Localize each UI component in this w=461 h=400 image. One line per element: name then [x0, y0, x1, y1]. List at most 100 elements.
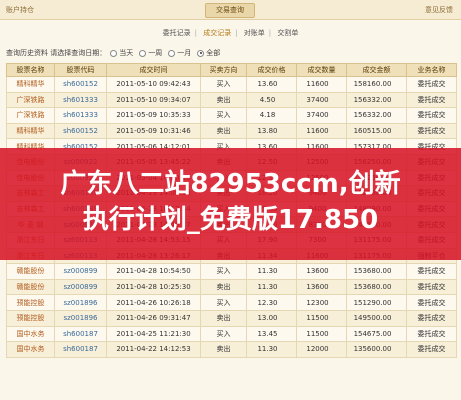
cell-stock-name: 精科精华 [6, 122, 55, 140]
cell-quantity: 37400 [296, 91, 347, 109]
feedback-link[interactable]: 意见反馈 [425, 5, 453, 15]
cell-stock-name: 赣能股份 [6, 278, 55, 296]
table-row[interactable]: 赣能股份 sz000899 2011-04-28 10:54:50 买入 11.30 13… [6, 263, 457, 280]
cell-deal-time: 2011-04-28 10:54:50 [106, 263, 201, 280]
cell-direction: 买入 [200, 325, 247, 343]
col-amount[interactable]: 成交金额 [346, 63, 407, 77]
subnav-separator: | [194, 29, 197, 37]
cell-stock-name: 国中水务 [6, 325, 55, 343]
cell-business: 委托成交 [406, 263, 457, 280]
radio-today[interactable]: 当天 [110, 48, 133, 58]
cell-quantity: 13600 [296, 278, 347, 296]
table-row[interactable]: 赣能股份 sz000899 2011-04-28 10:25:30 卖出 11.30 13… [6, 278, 457, 296]
subnav-separator: | [268, 29, 272, 37]
cell-quantity: 11600 [296, 76, 347, 93]
table-row[interactable]: 精科精华 sh600152 2011-05-10 09:42:43 买入 13.60 11… [6, 76, 457, 93]
cell-price: 12.30 [246, 294, 297, 311]
subnav-delivery-order[interactable]: 交割单 [277, 29, 298, 37]
radio-dot [139, 49, 147, 57]
cell-amount: 149500.00 [346, 309, 407, 327]
cell-price: 4.50 [246, 91, 297, 109]
cell-amount: 156332.00 [346, 107, 407, 124]
cell-business: 委托成交 [406, 294, 457, 311]
cell-stock-code: sh600152 [54, 122, 107, 140]
cell-deal-time: 2011-05-10 09:42:43 [106, 76, 201, 93]
cell-amount: 154675.00 [346, 325, 407, 343]
radio-month[interactable]: 一月 [168, 48, 191, 58]
subnav-separator: | [235, 29, 238, 37]
subnav-entrust-records[interactable]: 委托记录 [163, 29, 191, 37]
col-stock-name[interactable]: 股票名称 [6, 63, 55, 77]
cell-price: 13.45 [246, 325, 297, 343]
subnav-deal-records[interactable]: 成交记录 [203, 29, 231, 37]
cell-deal-time: 2011-04-28 10:25:30 [106, 278, 201, 296]
cell-business: 委托成交 [406, 91, 457, 109]
radio-dot-selected [197, 49, 205, 57]
table-row[interactable]: 国中水务 sh600187 2011-04-25 11:21:30 买入 13.45 11… [6, 325, 457, 343]
top-nav-bar: 账户持仓 交易查询 意见反馈 [0, 0, 461, 20]
table-row[interactable]: 广深铁路 sh601333 2011-05-09 10:35:33 买入 4.18 374… [6, 107, 457, 124]
cell-deal-time: 2011-05-10 09:34:07 [106, 91, 201, 109]
cell-business: 委托成交 [406, 76, 457, 93]
cell-deal-time: 2011-04-22 14:12:53 [106, 341, 201, 358]
col-business[interactable]: 业务名称 [406, 63, 457, 77]
cell-direction: 卖出 [200, 91, 247, 109]
table-row[interactable]: 预能控股 sz001896 2011-04-26 09:31:47 卖出 13.00 11… [6, 309, 457, 327]
cell-quantity: 37400 [296, 107, 347, 124]
cell-business: 委托成交 [406, 325, 457, 343]
cell-deal-time: 2011-05-09 10:35:33 [106, 107, 201, 124]
cell-quantity: 11600 [296, 122, 347, 140]
cell-stock-code: sz000899 [54, 263, 107, 280]
table-row[interactable]: 广深铁路 sh601333 2011-05-10 09:34:07 卖出 4.50 374… [6, 91, 457, 109]
cell-quantity: 11500 [296, 325, 347, 343]
radio-week[interactable]: 一周 [139, 48, 162, 58]
table-row[interactable]: 精科精华 sh600152 2011-05-09 10:31:46 卖出 13.80 11… [6, 122, 457, 140]
col-stock-code[interactable]: 股票代码 [54, 63, 107, 77]
cell-direction: 买入 [200, 76, 247, 93]
date-filter-label: 查询历史资料 请选择查询日期： [6, 49, 107, 57]
table-header-row: 股票名称 股票代码 成交时间 买卖方向 成交价格 成交数量 成交金额 业务名称 [6, 63, 457, 77]
cell-stock-code: sz001896 [54, 309, 107, 327]
cell-stock-name: 广深铁路 [6, 91, 55, 109]
overlay-text-line-1: 广东八二站82953ccm,创新 [60, 169, 401, 199]
cell-direction: 卖出 [200, 309, 247, 327]
cell-deal-time: 2011-04-25 11:21:30 [106, 325, 201, 343]
cell-quantity: 11500 [296, 309, 347, 327]
cell-price: 13.80 [246, 122, 297, 140]
col-deal-time[interactable]: 成交时间 [106, 63, 201, 77]
col-price[interactable]: 成交价格 [246, 63, 297, 77]
col-direction[interactable]: 买卖方向 [200, 63, 247, 77]
cell-stock-code: sz000899 [54, 278, 107, 296]
cell-stock-code: sz001896 [54, 294, 107, 311]
cell-quantity: 12300 [296, 294, 347, 311]
cell-stock-code: sh601333 [54, 91, 107, 109]
cell-price: 13.60 [246, 76, 297, 93]
cell-stock-code: sh600187 [54, 341, 107, 358]
cell-stock-code: sh600152 [54, 76, 107, 93]
cell-amount: 135600.00 [346, 341, 407, 358]
cell-price: 11.30 [246, 263, 297, 280]
radio-all[interactable]: 全部 [197, 48, 220, 58]
query-sub-nav: 委托记录 | 成交记录 | 对账单 | 交割单 [0, 28, 461, 38]
cell-business: 委托成交 [406, 341, 457, 358]
cell-business: 委托成交 [406, 309, 457, 327]
cell-direction: 买入 [200, 263, 247, 280]
cell-amount: 156332.00 [346, 91, 407, 109]
promo-overlay-banner: 广东八二站82953ccm,创新 执行计划_免费版17.850 [0, 148, 461, 260]
cell-amount: 153680.00 [346, 278, 407, 296]
radio-label: 全部 [206, 49, 221, 57]
cell-direction: 卖出 [200, 341, 247, 358]
cell-stock-name: 国中水务 [6, 341, 55, 358]
cell-stock-name: 赣能股份 [6, 263, 55, 280]
cell-amount: 158160.00 [346, 76, 407, 93]
col-quantity[interactable]: 成交数量 [296, 63, 347, 77]
subnav-statement[interactable]: 对账单 [244, 29, 265, 37]
radio-label: 当天 [119, 49, 134, 57]
table-row[interactable]: 国中水务 sh600187 2011-04-22 14:12:53 卖出 11.30 12… [6, 341, 457, 358]
cell-price: 11.30 [246, 278, 297, 296]
tab-trade-query[interactable]: 交易查询 [205, 3, 255, 18]
cell-price: 11.30 [246, 341, 297, 358]
account-holdings-link[interactable]: 账户持仓 [6, 5, 34, 15]
cell-amount: 160515.00 [346, 122, 407, 140]
table-row[interactable]: 预能控股 sz001896 2011-04-26 10:26:18 买入 12.30 12… [6, 294, 457, 311]
